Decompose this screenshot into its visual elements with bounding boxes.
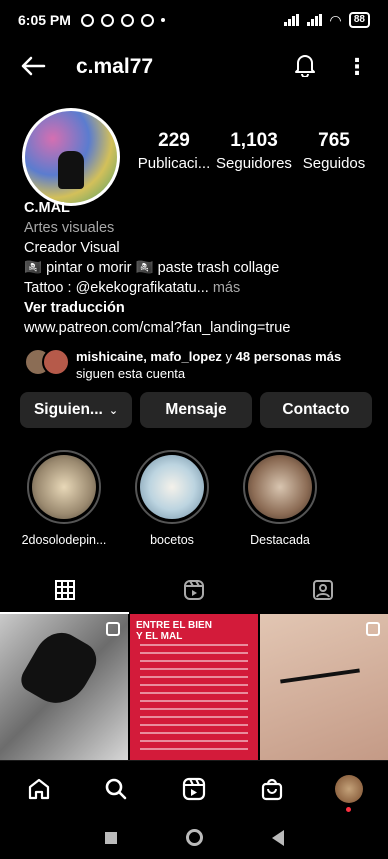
nav-reels[interactable]: [174, 769, 214, 809]
bio-more-link[interactable]: más: [209, 280, 240, 296]
post-thumbnail[interactable]: [260, 614, 388, 760]
highlight-label: 2dosolodepin...: [21, 533, 107, 547]
reels-icon: [183, 580, 204, 600]
bio-line-3: Tattoo : @ekekografikatatu... más: [24, 278, 374, 298]
profile-actions: Siguien... ⌄ Mensaje Contacto: [20, 392, 372, 428]
bell-icon[interactable]: [294, 53, 316, 82]
signal-icon: [284, 14, 300, 26]
system-nav: [0, 816, 388, 859]
home-button-icon[interactable]: [185, 829, 203, 846]
chevron-down-icon: ⌄: [108, 404, 119, 417]
translate-link[interactable]: Ver traducción: [24, 298, 374, 318]
tab-tagged[interactable]: [259, 568, 388, 612]
highlight-cover: [140, 455, 204, 519]
highlight-ring: [135, 450, 209, 524]
followed-by-row[interactable]: mishicaine, mafo_lopez y 48 personas más…: [24, 348, 374, 382]
highlight-item[interactable]: bocetos: [118, 450, 226, 547]
highlight-label: bocetos: [150, 533, 194, 547]
followed-by-connector: y: [221, 349, 236, 364]
bio-tattoo-text: Tattoo : @ekekografikatatu...: [24, 280, 209, 296]
stat-following[interactable]: 765 Seguidos: [294, 130, 374, 172]
home-icon: [28, 778, 49, 799]
stat-followers-value: 1,103: [230, 130, 278, 151]
post-thumbnail[interactable]: [0, 614, 128, 760]
nav-home[interactable]: [19, 769, 59, 809]
battery-icon: 88: [348, 12, 370, 28]
followed-by-users: mishicaine, mafo_lopez: [76, 349, 222, 364]
highlight-cover: [32, 455, 96, 519]
notification-icons: [80, 13, 165, 27]
highlight-item[interactable]: Destacada: [226, 450, 334, 547]
status-bar: 6:05 PM ◠ 88: [0, 0, 388, 40]
profile-username: c.mal77: [76, 55, 154, 78]
tab-reels[interactable]: [129, 568, 258, 612]
stat-followers-label: Seguidores: [216, 155, 292, 172]
highlight-ring: [243, 450, 317, 524]
kebab-icon[interactable]: ⋮: [346, 56, 368, 78]
stat-following-value: 765: [318, 130, 350, 151]
followed-by-text: mishicaine, mafo_lopez y 48 personas más…: [76, 348, 374, 382]
top-nav: c.mal77 ⋮: [0, 44, 388, 90]
stat-posts[interactable]: 229 Publicaci...: [134, 130, 214, 172]
highlight-label: Destacada: [250, 533, 310, 547]
multi-post-icon: [106, 622, 120, 636]
system-back-icon[interactable]: [271, 829, 284, 846]
highlight-item[interactable]: 2dosolodepin...: [10, 450, 118, 547]
grid-icon: [54, 580, 75, 600]
alarm-icon: [80, 13, 94, 27]
follower-avatars: [24, 348, 72, 376]
highlight-cover: [248, 455, 312, 519]
poster-title: ENTRE EL BIEN Y EL MAL: [136, 620, 212, 642]
status-right: ◠ 88: [284, 12, 370, 29]
more-notifications-icon: [160, 18, 165, 22]
profile-link[interactable]: www.patreon.com/cmal?fan_landing=true: [24, 318, 374, 338]
search-icon: [106, 778, 127, 799]
download-icon: [100, 13, 114, 27]
stat-following-label: Seguidos: [302, 155, 366, 172]
recents-icon[interactable]: [104, 831, 117, 844]
shop-icon: [261, 778, 282, 800]
stat-posts-label: Publicaci...: [137, 155, 211, 172]
stat-followers[interactable]: 1,103 Seguidores: [214, 130, 294, 172]
poster-body: [140, 644, 248, 750]
signal2-icon: [307, 14, 323, 26]
nav-shop[interactable]: [252, 769, 292, 809]
reels-icon: [182, 777, 206, 800]
profile-bio: C.MAL Artes visuales Creador Visual 🏴‍☠️…: [24, 198, 374, 338]
pinterest-icon: [120, 13, 134, 27]
followed-by-suffix: siguen esta cuenta: [76, 366, 186, 381]
multi-post-icon: [366, 622, 380, 636]
profile-avatar[interactable]: [22, 108, 120, 206]
avatar: [335, 774, 364, 812]
back-arrow-icon[interactable]: [20, 53, 60, 81]
avatar: [42, 348, 70, 376]
bio-line-2: 🏴‍☠️ pintar o morir 🏴‍☠️ paste trash col…: [24, 260, 280, 276]
followed-by-others: 48 personas más: [235, 349, 342, 364]
bottom-nav: [0, 760, 388, 816]
nav-profile[interactable]: [329, 769, 369, 812]
spotify-icon: [140, 13, 154, 27]
stat-posts-value: 229: [158, 130, 190, 151]
wifi-icon: ◠: [330, 11, 341, 28]
message-button[interactable]: Mensaje: [140, 392, 252, 428]
bio-line-1: Creador Visual: [24, 240, 120, 256]
following-button-label: Siguien...: [33, 401, 103, 418]
profile-stats: 229 Publicaci... 1,103 Seguidores 765 Se…: [134, 130, 374, 172]
profile-tabs: [0, 568, 388, 614]
profile-category: Artes visuales: [24, 220, 115, 236]
story-highlights: 2dosolodepin... bocetos Destacada: [10, 450, 380, 547]
highlight-ring: [27, 450, 101, 524]
nav-search[interactable]: [96, 769, 136, 809]
posts-grid: ENTRE EL BIEN Y EL MAL: [0, 614, 388, 760]
tagged-icon: [313, 580, 334, 600]
following-button[interactable]: Siguien... ⌄: [20, 392, 132, 428]
contact-button[interactable]: Contacto: [260, 392, 372, 428]
status-time: 6:05 PM: [18, 12, 71, 28]
tab-grid[interactable]: [0, 568, 130, 614]
profile-name: C.MAL: [24, 200, 70, 216]
post-thumbnail[interactable]: ENTRE EL BIEN Y EL MAL: [130, 614, 258, 760]
